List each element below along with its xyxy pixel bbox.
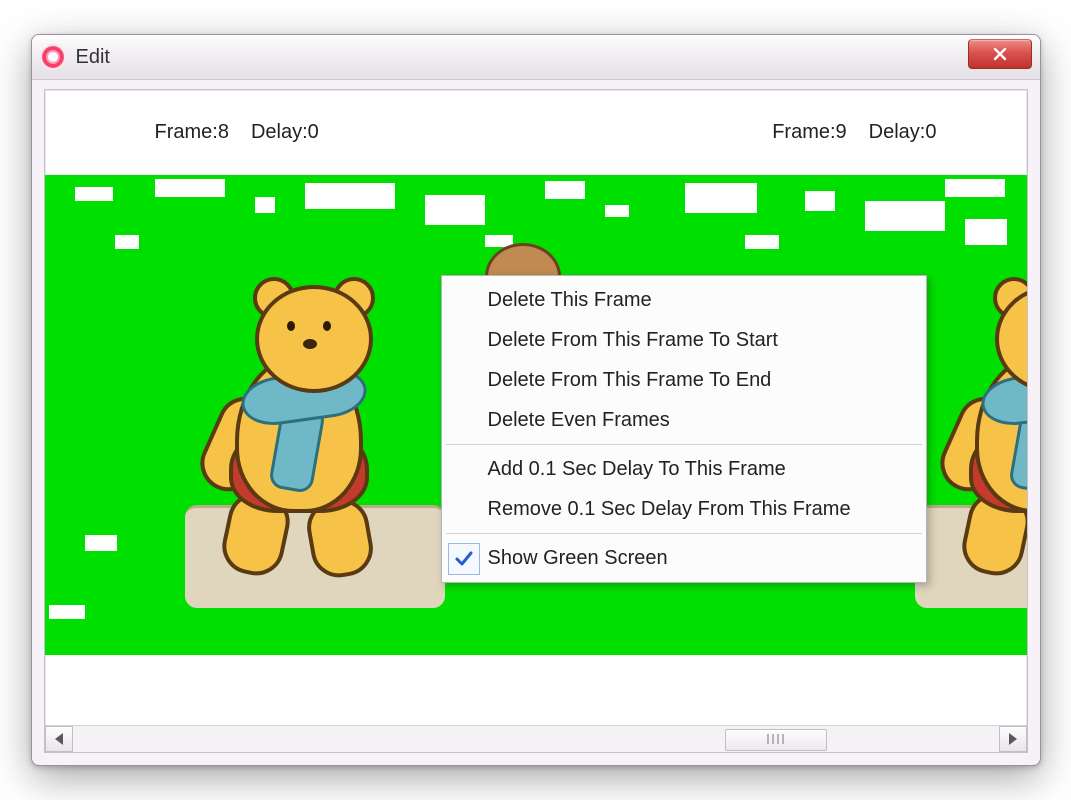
window-title: Edit xyxy=(76,46,110,69)
menu-delete-even-frames[interactable]: Delete Even Frames xyxy=(444,400,924,440)
scroll-right-button[interactable] xyxy=(999,726,1027,752)
checkmark-icon xyxy=(448,543,480,575)
frame-image-left xyxy=(175,255,415,555)
menu-delete-from-end[interactable]: Delete From This Frame To End xyxy=(444,360,924,400)
delay-label-right: Delay:0 xyxy=(869,121,937,144)
client-area: Frame:8 Delay:0 Frame:9 Delay:0 xyxy=(44,89,1028,753)
frame-label-left: Frame:8 xyxy=(155,121,229,144)
frame-image-right xyxy=(915,255,1027,555)
scroll-thumb[interactable] xyxy=(725,729,827,751)
delay-label-left: Delay:0 xyxy=(251,121,319,144)
menu-delete-this-frame[interactable]: Delete This Frame xyxy=(444,280,924,320)
title-bar[interactable]: Edit xyxy=(32,35,1040,80)
frame-label-right: Frame:9 xyxy=(772,121,846,144)
menu-delete-from-start[interactable]: Delete From This Frame To Start xyxy=(444,320,924,360)
menu-separator xyxy=(446,444,922,445)
app-icon xyxy=(40,44,66,70)
edit-window: Edit Frame:8 Delay:0 Frame:9 Delay:0 xyxy=(31,34,1041,766)
scroll-left-button[interactable] xyxy=(45,726,73,752)
horizontal-scrollbar[interactable] xyxy=(45,725,1027,752)
menu-show-green-screen[interactable]: Show Green Screen xyxy=(444,538,924,578)
menu-remove-delay[interactable]: Remove 0.1 Sec Delay From This Frame xyxy=(444,489,924,529)
frame-preview-strip[interactable]: Delete This Frame Delete From This Frame… xyxy=(45,175,1027,655)
scroll-track[interactable] xyxy=(73,727,999,751)
frame-info-left: Frame:8 Delay:0 xyxy=(155,121,319,144)
frame-info-right: Frame:9 Delay:0 xyxy=(772,121,936,144)
frame-info-bar: Frame:8 Delay:0 Frame:9 Delay:0 xyxy=(45,90,1027,175)
context-menu: Delete This Frame Delete From This Frame… xyxy=(441,275,927,583)
menu-add-delay[interactable]: Add 0.1 Sec Delay To This Frame xyxy=(444,449,924,489)
close-button[interactable] xyxy=(968,39,1032,69)
chevron-left-icon xyxy=(55,733,63,745)
menu-separator xyxy=(446,533,922,534)
chevron-right-icon xyxy=(1009,733,1017,745)
